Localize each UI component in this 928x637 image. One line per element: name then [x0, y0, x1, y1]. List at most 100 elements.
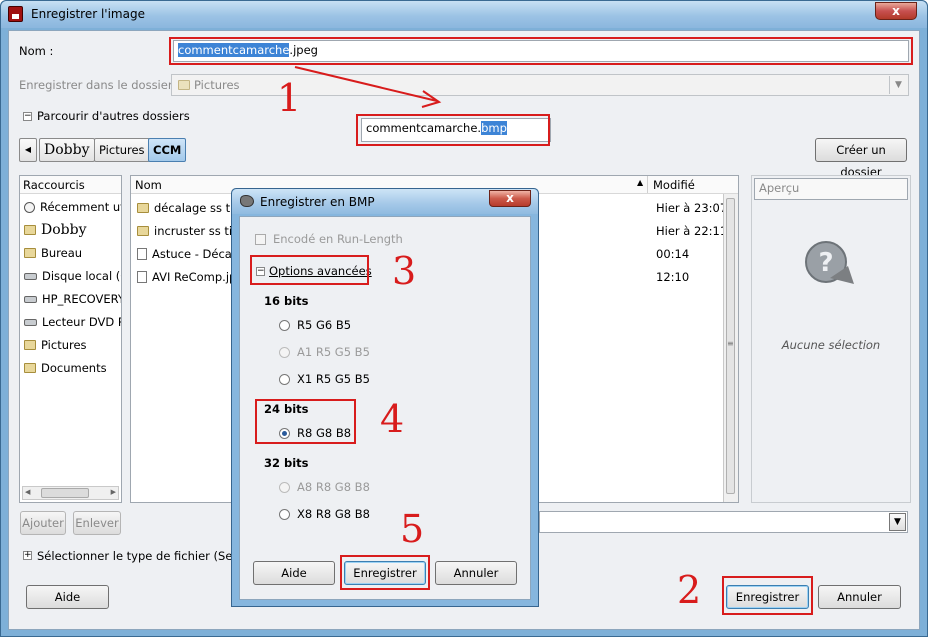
- place-label: Disque local (C:): [42, 269, 121, 283]
- path-button-pictures[interactable]: Pictures: [94, 138, 150, 162]
- place-dvd[interactable]: Lecteur DVD RW: [20, 309, 121, 332]
- create-folder-button[interactable]: Créer un dossier: [815, 138, 907, 179]
- folder-icon: [178, 80, 190, 90]
- file-date: 12:10: [656, 269, 690, 284]
- save-button[interactable]: Enregistrer: [726, 585, 809, 609]
- window-close-button[interactable]: x: [875, 2, 917, 20]
- place-label: Récemment utilisés: [40, 200, 121, 214]
- bmp-cancel-button[interactable]: Annuler: [435, 561, 517, 585]
- radio-x8r8g8b8[interactable]: [279, 509, 290, 520]
- column-divider: [647, 176, 648, 193]
- place-label: Bureau: [41, 246, 83, 260]
- places-pane: Raccourcis Récemment utilisés Dobby Bure…: [19, 175, 122, 503]
- radio-a8r8g8b8[interactable]: [279, 482, 290, 493]
- window-title: Enregistrer l'image: [31, 7, 145, 21]
- clock-icon: [24, 201, 35, 213]
- help-button[interactable]: Aide: [26, 585, 109, 609]
- remove-place-button[interactable]: Enlever: [73, 511, 121, 535]
- grip-icon: ≡: [727, 339, 734, 348]
- browse-folders-expander[interactable]: Parcourir d'autres dossiers: [37, 109, 190, 123]
- group-24-bits: 24 bits: [264, 402, 309, 416]
- example-filename-text: commentcamarche.: [366, 121, 482, 135]
- file-name: AVI ReComp.jpg: [152, 269, 244, 284]
- place-hp-recovery[interactable]: HP_RECOVERY: [20, 286, 121, 309]
- label-a8r8g8b8: A8 R8 G8 B8: [297, 480, 370, 494]
- file-type-combo[interactable]: ▼: [539, 511, 908, 533]
- cancel-button[interactable]: Annuler: [818, 585, 901, 609]
- document-icon: [137, 270, 147, 283]
- folder-icon: [137, 225, 149, 236]
- place-label: Pictures: [41, 338, 87, 352]
- gimp-app-icon: [8, 6, 23, 22]
- preview-header: Aperçu: [754, 178, 908, 200]
- bmp-dialog-title-bar[interactable]: Enregistrer en BMP x: [232, 189, 538, 214]
- chevron-down-icon[interactable]: ▼: [889, 513, 906, 531]
- annotation-number-3: 3: [392, 249, 417, 293]
- label-a1r5g5b5: A1 R5 G5 B5: [297, 345, 370, 359]
- file-date: Hier à 22:11: [656, 223, 728, 238]
- gimp-icon: [240, 195, 254, 207]
- radio-a1r5g5b5[interactable]: [279, 347, 290, 358]
- annotation-number-4: 4: [380, 397, 405, 441]
- place-label: Lecteur DVD RW: [42, 315, 121, 329]
- filename-input[interactable]: commentcamarche.jpeg: [173, 40, 909, 62]
- place-pictures[interactable]: Pictures: [20, 332, 121, 355]
- place-disque-local[interactable]: Disque local (C:): [20, 263, 121, 286]
- folder-icon: [24, 248, 36, 258]
- bmp-save-button[interactable]: Enregistrer: [344, 561, 426, 585]
- radio-x1r5g5b5[interactable]: [279, 374, 290, 385]
- bmp-help-button[interactable]: Aide: [253, 561, 335, 585]
- dvd-icon: [24, 318, 37, 326]
- radio-r8g8b8[interactable]: [279, 428, 290, 439]
- place-label: Documents: [41, 361, 107, 375]
- path-button-ccm[interactable]: CCM: [148, 138, 187, 162]
- places-horizontal-scrollbar[interactable]: ◀ ▶: [22, 486, 119, 500]
- rle-checkbox[interactable]: [255, 234, 266, 245]
- advanced-options-expander[interactable]: Options avancées: [269, 264, 372, 278]
- drive-icon: [24, 295, 37, 303]
- place-label: HP_RECOVERY: [42, 292, 121, 306]
- place-label: Dobby: [41, 222, 87, 238]
- annotation-number-5: 5: [400, 507, 425, 551]
- folder-icon: [24, 340, 36, 350]
- filename-extension-text: .jpeg: [289, 43, 318, 57]
- scroll-thumb[interactable]: [41, 488, 89, 498]
- bmp-dialog-close-button[interactable]: x: [489, 190, 531, 207]
- scroll-right-icon[interactable]: ▶: [111, 488, 116, 496]
- annotation-number-2: 2: [677, 568, 702, 612]
- question-mark-icon: ?: [805, 241, 854, 284]
- drive-icon: [24, 272, 37, 280]
- bmp-dialog-title: Enregistrer en BMP: [260, 195, 375, 209]
- path-back-icon[interactable]: ◀: [19, 138, 37, 162]
- document-icon: [137, 247, 147, 260]
- collapse-icon[interactable]: −: [256, 267, 265, 276]
- file-date: Hier à 23:07: [656, 200, 728, 215]
- label-x8r8g8b8: X8 R8 G8 B8: [297, 507, 370, 521]
- column-name[interactable]: Nom: [135, 178, 162, 192]
- save-in-value: Pictures: [194, 78, 240, 92]
- place-recent[interactable]: Récemment utilisés: [20, 194, 121, 217]
- annotation-arrow: [294, 66, 442, 108]
- place-dobby[interactable]: Dobby: [20, 217, 121, 240]
- rle-label: Encodé en Run-Length: [273, 232, 403, 246]
- sort-up-icon: ▲: [637, 178, 644, 187]
- preview-empty-text: Aucune sélection: [781, 338, 881, 352]
- place-documents[interactable]: Documents: [20, 355, 121, 378]
- add-place-button[interactable]: Ajouter: [20, 511, 66, 535]
- title-bar[interactable]: Enregistrer l'image x: [1, 1, 927, 28]
- expand-icon[interactable]: +: [23, 551, 32, 560]
- annotation-example-filename: commentcamarche.bmp: [361, 118, 551, 142]
- scroll-left-icon[interactable]: ◀: [25, 488, 30, 496]
- file-list-vertical-scrollbar[interactable]: ≡: [723, 194, 738, 502]
- collapse-icon[interactable]: −: [23, 112, 32, 121]
- svg-text:?: ?: [818, 248, 833, 278]
- path-button-dobby[interactable]: Dobby: [39, 138, 95, 162]
- place-bureau[interactable]: Bureau: [20, 240, 121, 263]
- radio-r5g6b5[interactable]: [279, 320, 290, 331]
- column-modified[interactable]: Modifié: [653, 178, 695, 192]
- group-32-bits: 32 bits: [264, 456, 309, 470]
- preview-pane: Aperçu ? Aucune sélection: [751, 175, 911, 503]
- file-date: 00:14: [656, 246, 690, 261]
- save-in-label: Enregistrer dans le dossier :: [19, 78, 181, 92]
- places-header[interactable]: Raccourcis: [20, 176, 121, 194]
